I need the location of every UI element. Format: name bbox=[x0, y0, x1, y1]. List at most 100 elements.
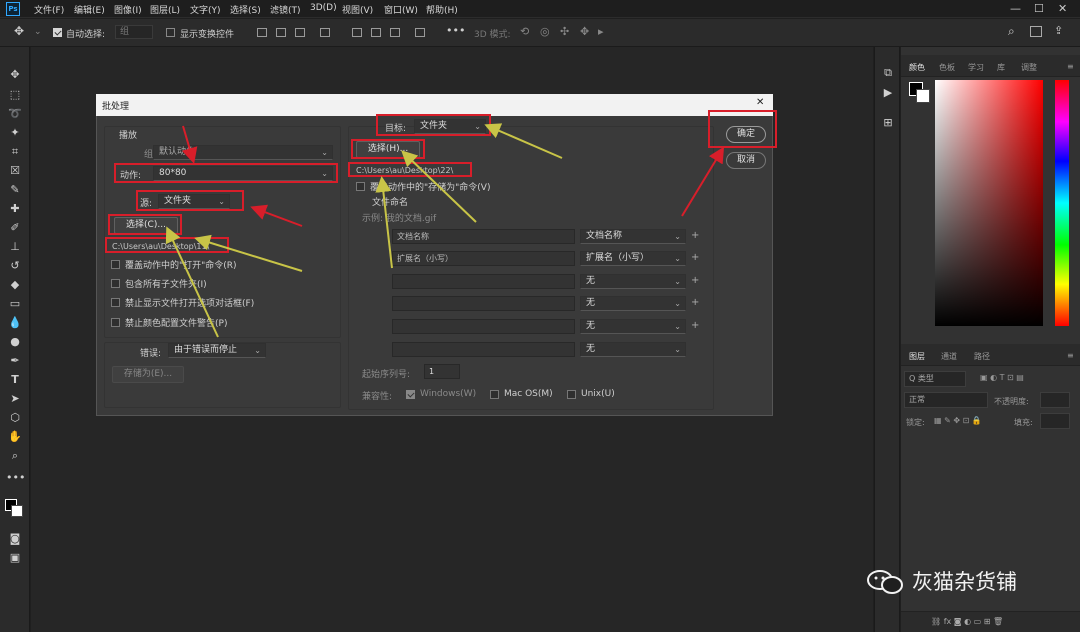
move-tool-icon[interactable]: ✥ bbox=[14, 24, 24, 38]
auto-select-checkbox[interactable] bbox=[53, 28, 62, 37]
3d-roll-icon[interactable]: ◎ bbox=[540, 25, 550, 38]
history-brush-icon[interactable]: ↺ bbox=[6, 258, 24, 274]
blend-mode-dropdown[interactable]: 正常 bbox=[904, 392, 988, 408]
workspace-icon[interactable] bbox=[1030, 26, 1042, 37]
lock-icons[interactable]: ▦ ✎ ✥ ⊡ 🔒 bbox=[934, 416, 982, 425]
menu-edit[interactable]: 编辑(E) bbox=[74, 3, 105, 16]
start-serial-field[interactable]: 1 bbox=[424, 364, 460, 379]
menu-select[interactable]: 选择(S) bbox=[230, 3, 261, 16]
3d-scale-icon[interactable]: ▸ bbox=[598, 25, 604, 38]
close-window-button[interactable]: ✕ bbox=[1058, 2, 1067, 15]
3d-slide-icon[interactable]: ✥ bbox=[580, 25, 589, 38]
search-icon[interactable]: ⌕ bbox=[1008, 24, 1015, 39]
blur-icon[interactable]: 💧 bbox=[6, 315, 24, 331]
layers-menu-icon[interactable]: ≡ bbox=[1067, 351, 1074, 360]
color-background-swatch[interactable] bbox=[916, 89, 930, 103]
more-icon[interactable]: ••• bbox=[446, 24, 465, 37]
naming-field-4[interactable] bbox=[392, 296, 575, 311]
brush-icon[interactable]: ✐ bbox=[6, 220, 24, 236]
naming-field-5[interactable] bbox=[392, 319, 575, 334]
dodge-icon[interactable]: ● bbox=[6, 334, 24, 350]
naming-field-1[interactable]: 文档名称 bbox=[392, 229, 575, 244]
dialog-close-icon[interactable]: ✕ bbox=[756, 97, 764, 108]
override-save-checkbox[interactable] bbox=[356, 182, 365, 191]
screen-mode-icon[interactable]: ▣ bbox=[6, 550, 24, 566]
include-subfolders-checkbox[interactable] bbox=[111, 279, 120, 288]
naming-select-3[interactable]: 无 ⌄ bbox=[580, 274, 686, 289]
naming-field-2[interactable]: 扩展名（小写） bbox=[392, 251, 575, 266]
opacity-field[interactable] bbox=[1040, 392, 1070, 408]
3d-pan-icon[interactable]: ✣ bbox=[560, 25, 569, 38]
lasso-icon[interactable]: ➰ bbox=[6, 106, 24, 122]
compat-mac-checkbox[interactable] bbox=[490, 390, 499, 399]
menu-file[interactable]: 文件(F) bbox=[34, 3, 64, 16]
history-icon[interactable]: ⧉ bbox=[879, 65, 897, 81]
marquee-icon[interactable]: ⬚ bbox=[6, 87, 24, 103]
layer-actions-icons[interactable]: ⛓ fx ◙ ◐ ▭ ⊞ 🗑 bbox=[931, 617, 1003, 626]
suppress-color-warning-checkbox[interactable] bbox=[111, 318, 120, 327]
tab-adjustments[interactable]: 调整 bbox=[1021, 62, 1037, 73]
minimize-button[interactable]: — bbox=[1010, 2, 1021, 15]
pen-icon[interactable]: ✒ bbox=[6, 353, 24, 369]
type-icon[interactable]: T bbox=[6, 372, 24, 388]
show-transform-checkbox[interactable] bbox=[166, 28, 175, 37]
gradient-icon[interactable]: ▭ bbox=[6, 296, 24, 312]
naming-select-2[interactable]: 扩展名（小写） ⌄ bbox=[580, 251, 686, 266]
layer-filter-icons[interactable]: ▣ ◐ T ⊡ ▤ bbox=[980, 373, 1024, 382]
3d-orbit-icon[interactable]: ⟲ bbox=[520, 25, 529, 38]
naming-field-3[interactable] bbox=[392, 274, 575, 289]
naming-select-1[interactable]: 文档名称 ⌄ bbox=[580, 229, 686, 244]
more-tools-icon[interactable]: ••• bbox=[6, 470, 25, 486]
distribute-v-icon[interactable] bbox=[415, 28, 425, 37]
align-bottom-icon[interactable] bbox=[390, 28, 400, 37]
fill-field[interactable] bbox=[1040, 413, 1070, 429]
align-right-icon[interactable] bbox=[295, 28, 305, 37]
tab-libraries[interactable]: 库 bbox=[997, 62, 1005, 73]
stamp-icon[interactable]: ⊥ bbox=[6, 239, 24, 255]
override-open-checkbox[interactable] bbox=[111, 260, 120, 269]
frame-icon[interactable]: ☒ bbox=[6, 163, 24, 179]
chevron-down-icon[interactable]: ⌄ bbox=[34, 27, 42, 37]
menu-filter[interactable]: 滤镜(T) bbox=[270, 3, 301, 16]
panel-menu-icon[interactable]: ≡ bbox=[1067, 62, 1074, 71]
add-naming-row-icon[interactable]: + bbox=[691, 230, 699, 241]
menu-help[interactable]: 帮助(H) bbox=[426, 3, 458, 16]
tab-layers[interactable]: 图层 bbox=[909, 351, 925, 362]
auto-select-dropdown[interactable]: 组 bbox=[115, 25, 153, 39]
cancel-button[interactable]: 取消 bbox=[726, 152, 766, 169]
save-as-button[interactable]: 存储为(E)... bbox=[112, 366, 184, 383]
tab-paths[interactable]: 路径 bbox=[974, 351, 990, 362]
shape-icon[interactable]: ⬡ bbox=[6, 410, 24, 426]
add-naming-row-icon[interactable]: + bbox=[691, 320, 699, 331]
menu-window[interactable]: 窗口(W) bbox=[384, 3, 418, 16]
healing-icon[interactable]: ✚ bbox=[6, 201, 24, 217]
tab-color[interactable]: 颜色 bbox=[909, 62, 925, 73]
add-naming-row-icon[interactable]: + bbox=[691, 252, 699, 263]
align-left-icon[interactable] bbox=[257, 28, 267, 37]
eyedropper-icon[interactable]: ✎ bbox=[6, 182, 24, 198]
naming-field-6[interactable] bbox=[392, 342, 575, 357]
add-naming-row-icon[interactable]: + bbox=[691, 275, 699, 286]
add-naming-row-icon[interactable]: + bbox=[691, 297, 699, 308]
crop-icon[interactable]: ⌗ bbox=[6, 144, 24, 160]
compat-windows-checkbox[interactable] bbox=[406, 390, 415, 399]
maximize-button[interactable]: ☐ bbox=[1034, 2, 1044, 15]
magic-wand-icon[interactable]: ✦ bbox=[6, 125, 24, 141]
menu-type[interactable]: 文字(Y) bbox=[190, 3, 221, 16]
menu-image[interactable]: 图像(I) bbox=[114, 3, 142, 16]
menu-layer[interactable]: 图层(L) bbox=[150, 3, 180, 16]
naming-select-5[interactable]: 无 ⌄ bbox=[580, 319, 686, 334]
menu-3d[interactable]: 3D(D) bbox=[310, 3, 337, 13]
move-icon[interactable]: ✥ bbox=[6, 67, 24, 83]
share-icon[interactable]: ⇪ bbox=[1054, 24, 1063, 37]
group-dropdown[interactable]: 默认动作 ⌄ bbox=[153, 145, 333, 160]
color-picker-field[interactable] bbox=[935, 80, 1043, 326]
align-middle-icon[interactable] bbox=[371, 28, 381, 37]
suppress-open-options-checkbox[interactable] bbox=[111, 298, 120, 307]
eraser-icon[interactable]: ◆ bbox=[6, 277, 24, 293]
tab-learn[interactable]: 学习 bbox=[968, 62, 984, 73]
hand-icon[interactable]: ✋ bbox=[6, 429, 24, 445]
compat-unix-checkbox[interactable] bbox=[567, 390, 576, 399]
hue-slider[interactable] bbox=[1055, 80, 1069, 326]
properties-icon[interactable]: ⊞ bbox=[879, 115, 897, 131]
